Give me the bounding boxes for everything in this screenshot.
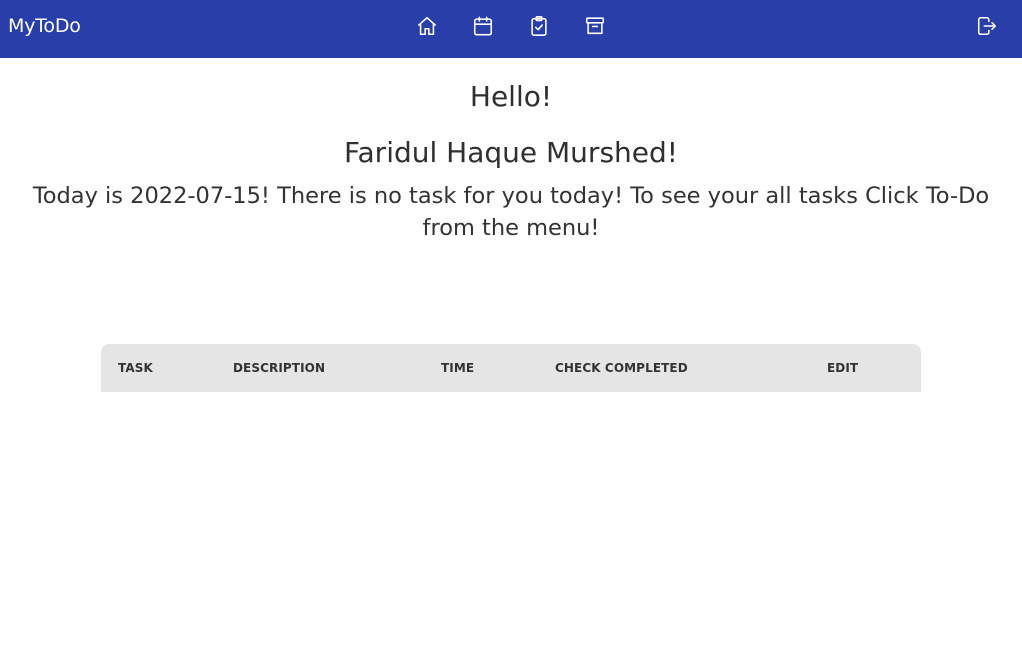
- hello-heading: Hello!: [469, 80, 553, 113]
- today-message: Today is 2022-07-15! There is no task fo…: [32, 183, 990, 241]
- column-header-description: DESCRIPTION: [233, 361, 326, 375]
- column-header-time: TIME: [441, 361, 475, 375]
- column-header-task: TASK: [118, 361, 153, 375]
- brand-logo[interactable]: MyToDo: [8, 15, 81, 37]
- calendar-icon[interactable]: [471, 14, 495, 38]
- archive-icon[interactable]: [583, 14, 607, 38]
- clipboard-check-icon[interactable]: [527, 14, 551, 38]
- user-name-heading: Faridul Haque Murshed!: [343, 136, 679, 169]
- column-header-edit: EDIT: [827, 361, 859, 375]
- logout-icon[interactable]: [975, 14, 999, 38]
- column-header-check-completed: CHECK COMPLETED: [555, 361, 688, 375]
- navbar: MyToDo: [0, 0, 1022, 58]
- task-table-header: TASK DESCRIPTION TIME CHECK COMPLETED ED…: [101, 344, 921, 392]
- home-icon[interactable]: [415, 14, 439, 38]
